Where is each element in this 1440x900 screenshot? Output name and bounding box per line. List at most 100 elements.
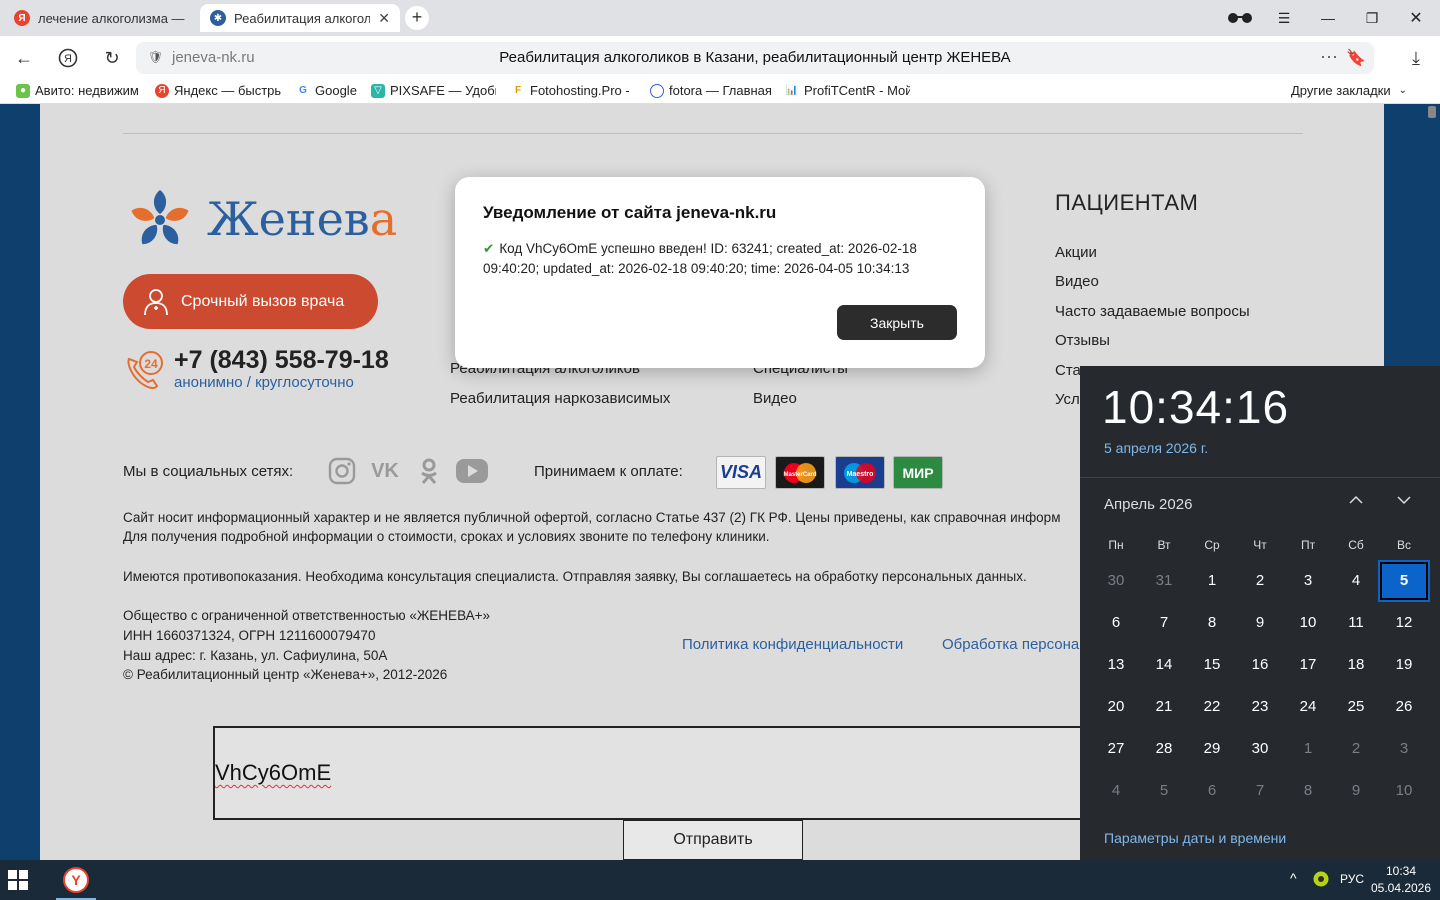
calendar-day[interactable]: 22 [1188,688,1236,726]
bookmark-google[interactable]: G Google [296,83,360,98]
chevron-down-icon[interactable] [1390,492,1418,516]
link-faq[interactable]: Часто задаваемые вопросы [1055,303,1250,332]
calendar-day[interactable]: 19 [1380,646,1428,684]
calendar-day[interactable]: 12 [1380,604,1428,642]
incognito-icon[interactable] [1218,0,1262,36]
site-info-icon[interactable]: 🛡 [148,50,163,64]
calendar-day[interactable]: 24 [1284,688,1332,726]
youtube-icon[interactable] [454,456,490,486]
calendar-day[interactable]: 1 [1188,562,1236,600]
calendar-day[interactable]: 30 [1092,562,1140,600]
calendar-day[interactable]: 7 [1236,772,1284,810]
bookmark-icon[interactable]: 🔖 [1346,48,1366,68]
calendar-day[interactable]: 11 [1332,604,1380,642]
back-icon[interactable]: ← [12,46,36,70]
odnoklassniki-icon[interactable] [414,456,444,486]
close-button[interactable]: Закрыть [837,305,957,340]
tab-label: Реабилитация алкоголиков [234,10,371,26]
calendar-day[interactable]: 4 [1332,562,1380,600]
calendar-day[interactable]: 27 [1092,730,1140,768]
calendar-day[interactable]: 18 [1332,646,1380,684]
link-reviews[interactable]: Отзывы [1055,332,1250,361]
other-bookmarks[interactable]: Другие закладки ⌄ [1291,83,1407,98]
downloads-icon[interactable]: ⤓ [1404,46,1428,70]
bookmark-fotohosting[interactable]: F Fotohosting.Pro - [511,83,635,98]
vk-icon[interactable]: VK [370,456,400,486]
calendar-day[interactable]: 6 [1188,772,1236,810]
yandex-browser-taskbar-icon[interactable]: Y [56,860,96,900]
calendar-day[interactable]: 2 [1236,562,1284,600]
calendar-day[interactable]: 16 [1236,646,1284,684]
bookmark-pixsafe[interactable]: ▽ PIXSAFE — Удобн [371,83,496,98]
calendar-day[interactable]: 10 [1284,604,1332,642]
calendar-day[interactable]: 9 [1236,604,1284,642]
bookmark-fotora[interactable]: fotora — Главная [650,83,775,98]
calendar-day[interactable]: 23 [1236,688,1284,726]
menu-icon[interactable]: ☰ [1262,0,1306,36]
calendar-day[interactable]: 7 [1140,604,1188,642]
calendar-day[interactable]: 2 [1332,730,1380,768]
calendar-day[interactable]: 21 [1140,688,1188,726]
calendar-day[interactable]: 10 [1380,772,1428,810]
calendar-day[interactable]: 20 [1092,688,1140,726]
link-drug-rehab[interactable]: Реабилитация наркозависимых [450,390,670,407]
calendar-day[interactable]: 25 [1332,688,1380,726]
fotora-icon [650,83,664,98]
more-icon[interactable]: ··· [1320,46,1338,67]
calendar-day[interactable]: 15 [1188,646,1236,684]
yandex-home-icon[interactable]: Я [56,46,80,70]
new-tab-button[interactable]: + [405,6,429,30]
urgent-call-button[interactable]: Срочный вызов врача [123,274,378,329]
windows-start-icon[interactable] [8,870,28,895]
calendar-day[interactable]: 13 [1092,646,1140,684]
tab-jeneva[interactable]: ✱ Реабилитация алкоголиков ✕ [200,4,400,32]
tab-yandex-search[interactable]: Я лечение алкоголизма — Я [4,4,196,32]
calendar-day[interactable]: 17 [1284,646,1332,684]
calendar-day-today[interactable]: 5 [1378,560,1430,602]
calendar-day[interactable]: 28 [1140,730,1188,768]
calendar-day[interactable]: 26 [1380,688,1428,726]
bookmark-profitcentr[interactable]: 📊 ProfiTCentR - Мой [785,83,910,98]
close-tab-icon[interactable]: ✕ [378,10,390,27]
address-field[interactable]: 🛡 jeneva-nk.ru Реабилитация алкоголиков … [136,42,1374,74]
minimize-icon[interactable]: — [1306,0,1350,36]
date-time-settings-link[interactable]: Параметры даты и времени [1104,830,1286,846]
weekday-header: Вс [1396,538,1411,552]
link-video[interactable]: Видео [753,390,797,407]
flyout-date[interactable]: 5 апреля 2026 г. [1104,440,1208,456]
language-indicator[interactable]: РУС [1340,872,1364,886]
data-processing-link[interactable]: Обработка персона [942,636,1079,653]
reload-icon[interactable]: ↻ [100,46,124,70]
instagram-icon[interactable] [327,456,357,486]
calendar-day[interactable]: 30 [1236,730,1284,768]
bookmark-avito[interactable]: ● Авито: недвижим [16,83,141,98]
tray-app-icon[interactable] [1313,871,1329,890]
link-video[interactable]: Видео [1055,273,1250,302]
patients-heading: ПАЦИЕНТАМ [1055,190,1199,215]
calendar-day[interactable]: 14 [1140,646,1188,684]
calendar-day[interactable]: 3 [1380,730,1428,768]
calendar-day[interactable]: 6 [1092,604,1140,642]
bookmark-yandex[interactable]: Я Яндекс — быстры [155,83,281,98]
chevron-up-icon[interactable] [1342,492,1370,516]
calendar-day[interactable]: 3 [1284,562,1332,600]
calendar-day[interactable]: 9 [1332,772,1380,810]
privacy-policy-link[interactable]: Политика конфиденциальности [682,636,903,653]
calendar-day[interactable]: 8 [1284,772,1332,810]
calendar-day[interactable]: 4 [1092,772,1140,810]
restore-icon[interactable]: ❐ [1350,0,1394,36]
chevron-up-icon[interactable]: ^ [1290,870,1297,886]
submit-button[interactable]: Отправить [623,820,803,860]
calendar-day[interactable]: 5 [1140,772,1188,810]
calendar-day[interactable]: 29 [1188,730,1236,768]
site-logo[interactable]: Женева [123,184,397,254]
scrollbar-thumb[interactable] [1428,106,1436,118]
taskbar-clock[interactable]: 10:34 05.04.2026 [1368,863,1434,897]
calendar-month[interactable]: Апрель 2026 [1104,496,1192,513]
phone-number[interactable]: +7 (843) 558-79-18 [174,346,389,375]
calendar-day[interactable]: 1 [1284,730,1332,768]
link-promotions[interactable]: Акции [1055,244,1250,273]
calendar-day[interactable]: 8 [1188,604,1236,642]
calendar-day[interactable]: 31 [1140,562,1188,600]
close-window-icon[interactable]: ✕ [1394,0,1438,36]
